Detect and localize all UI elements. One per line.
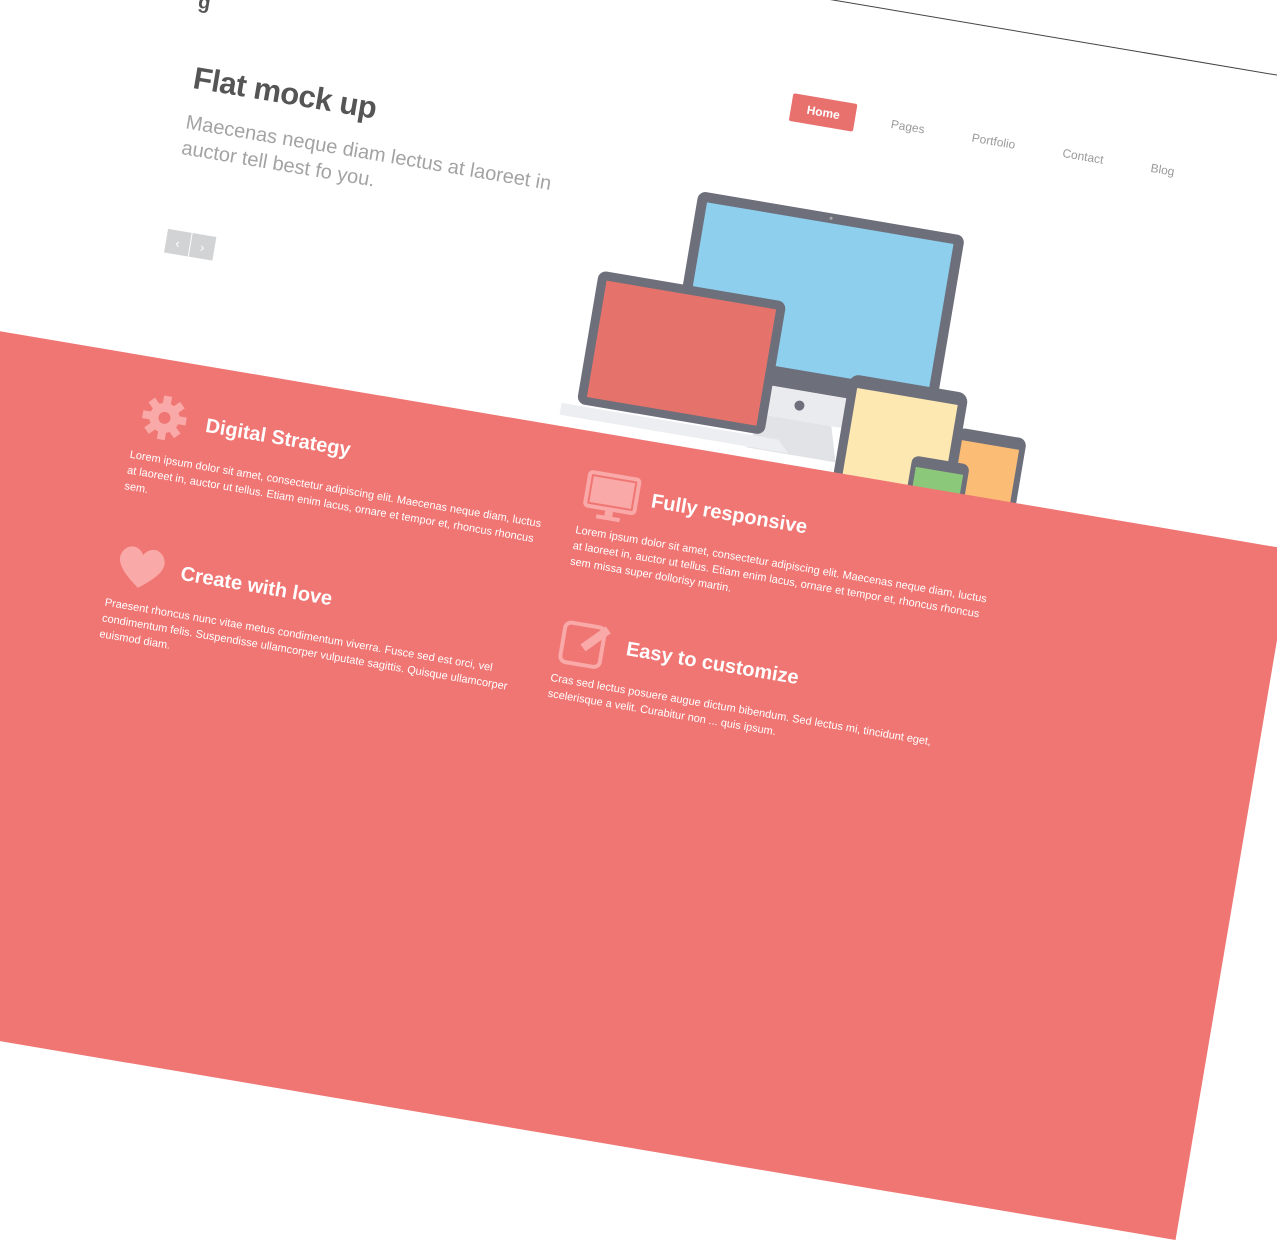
feature-description: Lorem ipsum dolor sit amet, consectetur … bbox=[123, 448, 543, 546]
nav-item-portfolio[interactable]: Portfolio bbox=[971, 131, 1017, 152]
slider-prev-button[interactable]: ‹ bbox=[164, 228, 192, 257]
gear-icon bbox=[142, 395, 187, 441]
slider-next-button[interactable]: › bbox=[188, 232, 217, 261]
feature-title: Create with love bbox=[178, 562, 334, 611]
monitor-icon bbox=[583, 470, 642, 523]
nav-item-blog[interactable]: Blog bbox=[1150, 161, 1176, 179]
page-stage: g Home Pages Portfolio Contact Blog Flat… bbox=[0, 0, 1277, 1240]
heart-icon bbox=[119, 546, 165, 588]
logo-fragment: g bbox=[196, 0, 213, 15]
feature-description: Praesent rhoncus nunc vitae metus condim… bbox=[98, 596, 509, 693]
features-section: Digital Strategy Lorem ipsum dolor sit a… bbox=[0, 299, 1277, 1240]
edit-icon bbox=[558, 620, 611, 669]
main-nav: Home Pages Portfolio Contact Blog bbox=[788, 93, 1224, 193]
feature-title: Easy to customize bbox=[624, 638, 801, 690]
nav-item-home[interactable]: Home bbox=[788, 93, 858, 132]
nav-item-contact[interactable]: Contact bbox=[1061, 146, 1104, 167]
feature-description: Lorem ipsum dolor sit amet, consectetur … bbox=[569, 524, 988, 621]
feature-description: Cras sed lectus posuere augue dictum bib… bbox=[546, 671, 932, 749]
slider-controls: ‹ › bbox=[164, 228, 217, 261]
page-mockup: g Home Pages Portfolio Contact Blog Flat… bbox=[0, 0, 1277, 1240]
feature-title: Fully responsive bbox=[649, 490, 809, 539]
nav-item-pages[interactable]: Pages bbox=[890, 117, 926, 136]
feature-title: Digital Strategy bbox=[203, 415, 353, 462]
hero-subtitle: Maecenas neque diam lectus at laoreet in… bbox=[179, 111, 553, 195]
